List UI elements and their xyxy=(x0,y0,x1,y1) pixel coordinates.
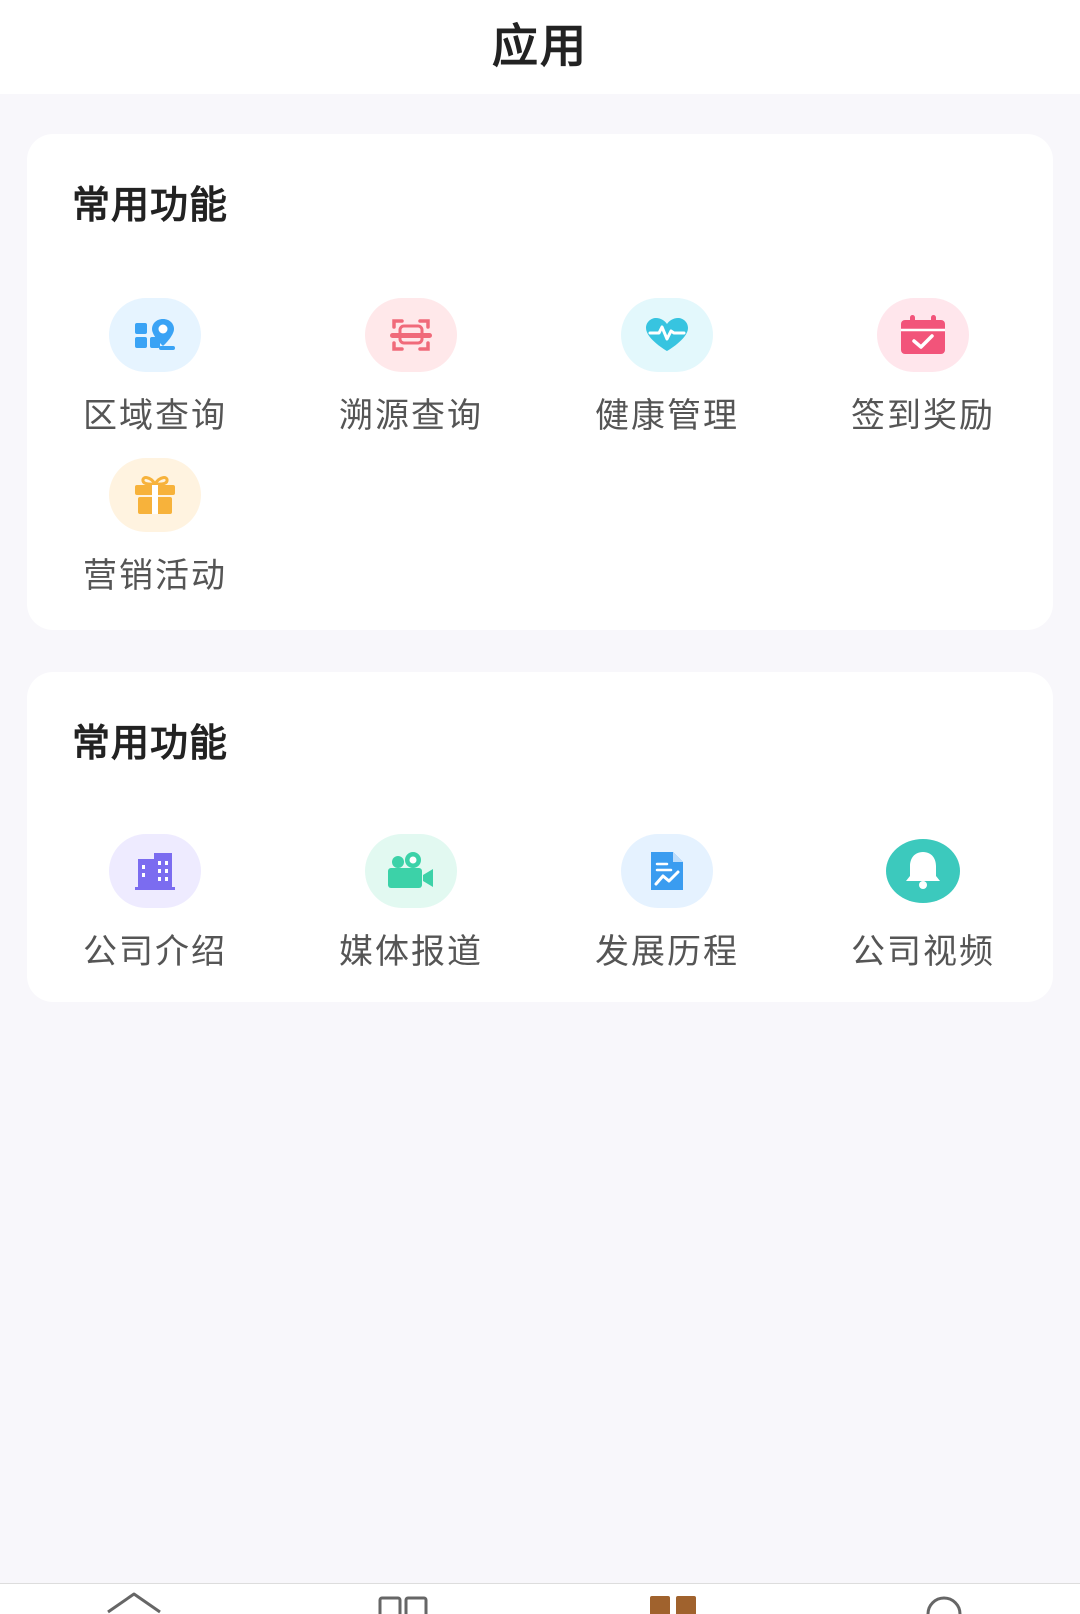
apps-icon xyxy=(650,1596,696,1614)
heart-pulse-icon-svg xyxy=(646,318,688,351)
app-item-history[interactable]: 发展历程 xyxy=(539,834,795,984)
app-item-label: 签到奖励 xyxy=(851,396,995,436)
app-item-health[interactable]: 健康管理 xyxy=(539,298,795,448)
bottom-tab-bar xyxy=(0,1583,1080,1614)
building-icon xyxy=(109,834,201,908)
building-icon-svg xyxy=(135,853,175,890)
app-item-label: 公司视频 xyxy=(851,932,995,972)
app-item-trace-query[interactable]: 溯源查询 xyxy=(283,298,539,448)
app-item-company-video[interactable]: 公司视频 xyxy=(795,834,1051,984)
tab-grid[interactable] xyxy=(376,1592,436,1614)
tab-profile[interactable] xyxy=(918,1592,978,1614)
app-item-label: 营销活动 xyxy=(83,556,227,596)
app-item-checkin[interactable]: 签到奖励 xyxy=(795,298,1051,448)
tab-apps[interactable] xyxy=(646,1592,706,1614)
app-item-marketing[interactable]: 营销活动 xyxy=(27,458,283,608)
section-title: 常用功能 xyxy=(72,721,229,765)
features-card-2: 常用功能 公司介绍 媒体报道 发展历程 公司视频 xyxy=(27,672,1053,1002)
app-item-media[interactable]: 媒体报道 xyxy=(283,834,539,984)
app-item-region-query[interactable]: 区域查询 xyxy=(27,298,283,448)
video-camera-icon-svg xyxy=(388,852,433,888)
page-title: 应用 xyxy=(492,19,588,73)
calendar-check-icon-svg xyxy=(901,315,945,354)
user-icon xyxy=(926,1596,962,1614)
header-bar: 应用 xyxy=(0,0,1080,94)
map-location-icon-svg xyxy=(135,319,175,350)
scan-icon xyxy=(365,298,457,372)
calendar-check-icon xyxy=(877,298,969,372)
bell-icon-svg xyxy=(886,839,960,903)
document-chart-icon-svg xyxy=(651,852,683,890)
gift-icon-svg xyxy=(135,476,175,514)
gift-icon xyxy=(109,458,201,532)
home-icon xyxy=(107,1592,161,1614)
section-title: 常用功能 xyxy=(72,183,229,227)
heart-pulse-icon xyxy=(621,298,713,372)
app-item-label: 溯源查询 xyxy=(339,396,483,436)
grid-icon xyxy=(378,1596,428,1614)
app-item-label: 健康管理 xyxy=(595,396,739,436)
features-card-1: 常用功能 区域查询 溯源查询 健康管理 签到奖励 营销活动 xyxy=(27,134,1053,630)
app-item-label: 区域查询 xyxy=(83,396,227,436)
bell-icon xyxy=(877,834,969,908)
document-chart-icon xyxy=(621,834,713,908)
app-item-label: 媒体报道 xyxy=(339,932,483,972)
tab-home[interactable] xyxy=(104,1592,164,1614)
map-location-icon xyxy=(109,298,201,372)
app-item-label: 发展历程 xyxy=(595,932,739,972)
video-camera-icon xyxy=(365,834,457,908)
scan-icon-svg xyxy=(390,319,432,351)
app-item-company-intro[interactable]: 公司介绍 xyxy=(27,834,283,984)
app-item-label: 公司介绍 xyxy=(83,932,227,972)
